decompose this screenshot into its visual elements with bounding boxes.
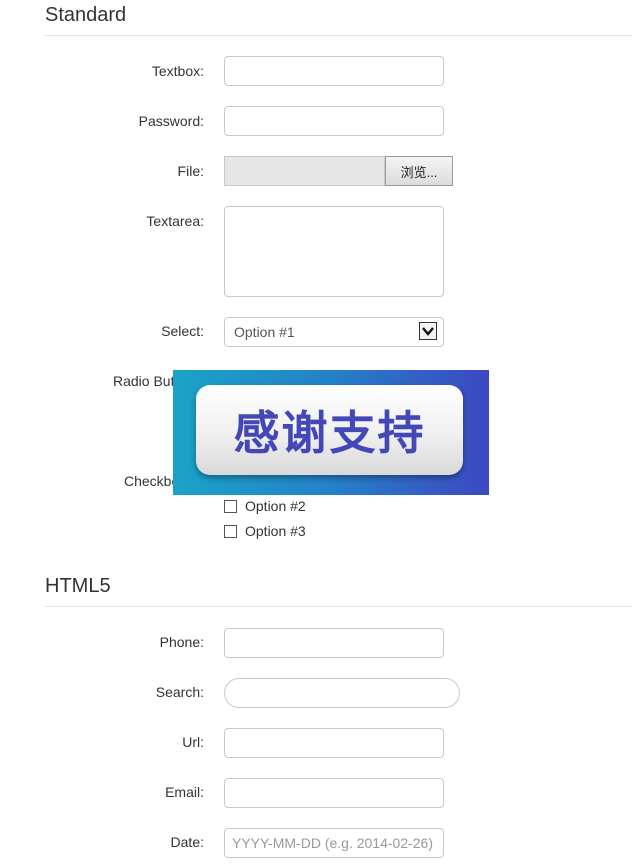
checkbox-label: Option #2 — [245, 498, 306, 514]
checkbox-label: Option #3 — [245, 523, 306, 539]
search-input[interactable] — [224, 678, 460, 708]
phone-input[interactable] — [224, 628, 444, 658]
checkbox-option-2[interactable]: Option #2 — [224, 498, 306, 514]
file-label: File: — [177, 163, 204, 179]
textbox-label: Textbox: — [151, 63, 204, 79]
email-label: Email: — [165, 784, 204, 800]
section-title-standard: Standard — [45, 4, 127, 26]
password-label: Password: — [138, 113, 204, 129]
phone-label: Phone: — [159, 634, 204, 650]
password-input[interactable] — [224, 106, 444, 136]
section-title-html5: HTML5 — [45, 575, 111, 597]
section-divider — [44, 606, 632, 607]
section-divider — [44, 35, 632, 36]
chevron-down-icon[interactable] — [419, 322, 437, 340]
select-label: Select: — [161, 323, 204, 339]
email-input[interactable] — [224, 778, 444, 808]
search-label: Search: — [155, 684, 204, 700]
checkbox[interactable] — [224, 499, 237, 513]
overlay-text: 感谢支持 — [233, 406, 426, 460]
date-label: Date: — [170, 834, 204, 850]
browse-file-button[interactable]: 浏览... — [385, 156, 453, 186]
url-input[interactable] — [224, 728, 444, 758]
file-path-field[interactable] — [224, 156, 385, 186]
checkbox[interactable] — [224, 524, 237, 538]
thanks-overlay-banner: 感谢支持 — [173, 370, 489, 495]
date-input[interactable] — [224, 828, 444, 858]
radio-buttons-label: Radio Butt — [113, 373, 179, 389]
url-label: Url: — [182, 734, 204, 750]
option-select[interactable]: Option #1 — [224, 317, 444, 347]
textbox-input[interactable] — [224, 56, 444, 86]
textarea-label: Textarea: — [146, 213, 204, 229]
form-demo-page: Standard Textbox: Password: File: 浏览... … — [0, 0, 632, 866]
select-selected-value: Option #1 — [234, 324, 295, 340]
checkbox-option-3[interactable]: Option #3 — [224, 523, 306, 539]
overlay-panel: 感谢支持 — [196, 385, 463, 475]
checkboxes-label: Checkbo — [124, 473, 180, 489]
textarea-input[interactable] — [224, 206, 444, 297]
